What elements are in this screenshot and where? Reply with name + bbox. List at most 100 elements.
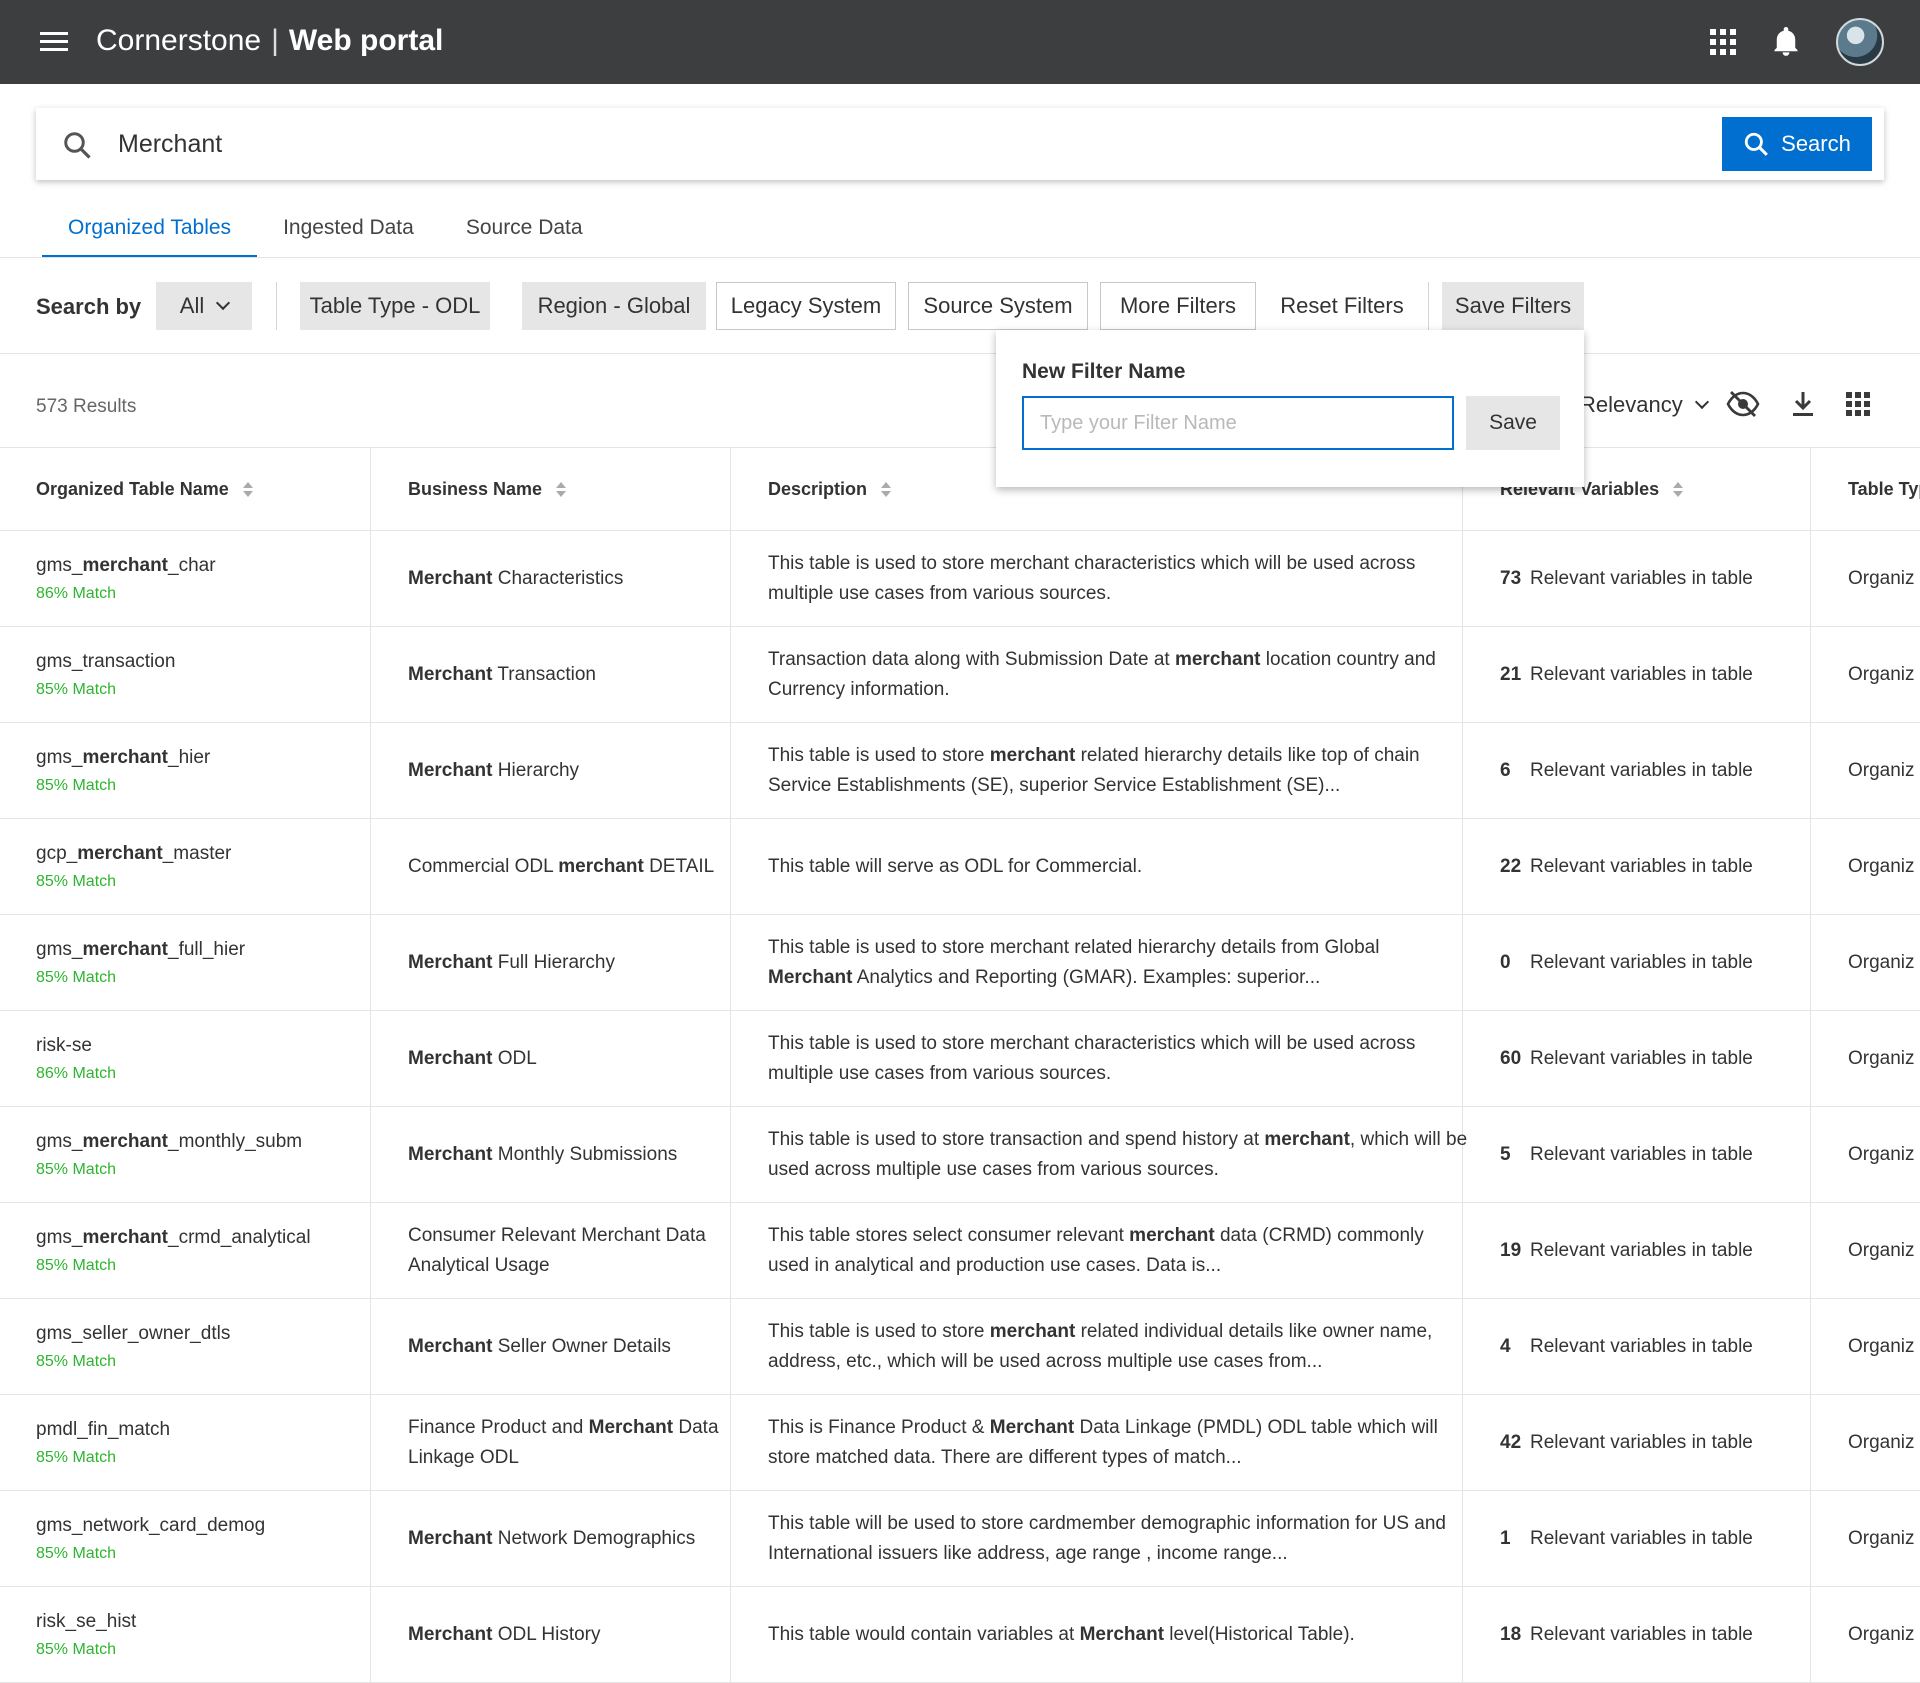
- sort-icon[interactable]: [1673, 482, 1683, 497]
- table-name[interactable]: gcp_merchant_master: [36, 839, 366, 869]
- match-score: 85% Match: [36, 1448, 117, 1466]
- sort-icon[interactable]: [881, 482, 891, 497]
- search-button[interactable]: Search: [1722, 117, 1872, 171]
- description: This table will serve as ODL for Commerc…: [768, 852, 1468, 882]
- table-name-cell[interactable]: pmdl_fin_match 85% Match: [36, 1395, 366, 1490]
- column-divider: [370, 1107, 371, 1202]
- description-cell: This table stores select consumer releva…: [768, 1203, 1468, 1298]
- tab-ingested-data[interactable]: Ingested Data: [257, 212, 440, 258]
- business-name-highlight: Merchant: [408, 1047, 493, 1069]
- description: This is Finance Product & Merchant Data …: [768, 1413, 1468, 1473]
- save-button[interactable]: Save: [1466, 396, 1560, 450]
- table-row[interactable]: gms_merchant_hier 85% Match Merchant Hiera…: [0, 723, 1920, 819]
- table-row[interactable]: gms_merchant_crmd_analytical 85% Match Con…: [0, 1203, 1920, 1299]
- column-divider: [370, 627, 371, 722]
- filter-source-system[interactable]: Source System: [908, 282, 1088, 330]
- column-divider: [370, 1491, 371, 1586]
- filter-chip-table-type[interactable]: Table Type - ODL: [300, 282, 490, 330]
- save-filters-button[interactable]: Save Filters: [1442, 282, 1584, 330]
- search-icon: [64, 132, 91, 159]
- column-divider: [730, 1587, 731, 1682]
- description: This table is used to store merchant cha…: [768, 1029, 1468, 1089]
- table-name[interactable]: gms_merchant_char: [36, 551, 366, 581]
- filter-name-input[interactable]: [1022, 396, 1454, 450]
- table-type-value: Organiz: [1848, 759, 1915, 781]
- business-name-highlight: Merchant: [408, 951, 493, 973]
- grid-view-icon[interactable]: [1846, 392, 1870, 416]
- table-row[interactable]: gms_seller_owner_dtls 85% Match Merchant S…: [0, 1299, 1920, 1395]
- table-name-cell[interactable]: gms_merchant_char 86% Match: [36, 531, 366, 626]
- reset-filters-button[interactable]: Reset Filters: [1264, 282, 1420, 330]
- description: This table would contain variables at Me…: [768, 1620, 1468, 1650]
- table-name-cell[interactable]: gms_merchant_hier 85% Match: [36, 723, 366, 818]
- table-name-cell[interactable]: gms_merchant_monthly_subm 85% Match: [36, 1107, 366, 1202]
- table-row[interactable]: risk_se_hist 85% Match Merchant ODL Histor…: [0, 1587, 1920, 1683]
- column-header-business-name[interactable]: Business Name: [408, 448, 566, 530]
- column-header-table-type[interactable]: Table Type: [1848, 448, 1920, 530]
- search-input[interactable]: [118, 122, 1718, 166]
- hide-icon[interactable]: [1726, 390, 1760, 418]
- column-header-label: Organized Table Name: [36, 478, 229, 499]
- business-name-highlight: Merchant: [408, 1335, 493, 1357]
- table-name-cell[interactable]: gms_network_card_demog 85% Match: [36, 1491, 366, 1586]
- column-divider: [370, 1395, 371, 1490]
- table-type-cell: Organiz: [1848, 1299, 1920, 1394]
- download-icon[interactable]: [1790, 390, 1816, 418]
- divider: [1428, 282, 1429, 330]
- match-score: 85% Match: [36, 968, 117, 986]
- search-by-dropdown[interactable]: All: [156, 282, 252, 330]
- business-name-cell: Merchant Transaction: [408, 627, 728, 722]
- table-name[interactable]: pmdl_fin_match: [36, 1415, 366, 1445]
- table-name-cell[interactable]: gms_seller_owner_dtls 85% Match: [36, 1299, 366, 1394]
- bell-icon[interactable]: [1772, 27, 1800, 57]
- sort-icon[interactable]: [556, 482, 566, 497]
- table-name[interactable]: gms_seller_owner_dtls: [36, 1319, 366, 1349]
- chevron-down-icon: [1694, 394, 1709, 410]
- table-name-highlight: merchant: [77, 842, 163, 864]
- table-row[interactable]: gcp_merchant_master 85% Match Commercial O…: [0, 819, 1920, 915]
- table-row[interactable]: gms_merchant_char 86% Match Merchant Chara…: [0, 531, 1920, 627]
- table-name-cell[interactable]: risk_se_hist 85% Match: [36, 1587, 366, 1682]
- tab-organized-tables[interactable]: Organized Tables: [42, 212, 258, 258]
- table-name[interactable]: gms_transaction: [36, 647, 366, 677]
- table-name-cell[interactable]: gms_merchant_crmd_analytical 85% Match: [36, 1203, 366, 1298]
- column-header-table-name[interactable]: Organized Table Name: [36, 448, 253, 530]
- table-row[interactable]: gms_merchant_monthly_subm 85% Match Mercha…: [0, 1107, 1920, 1203]
- description: This table is used to store transaction …: [768, 1125, 1468, 1185]
- tab-source-data[interactable]: Source Data: [440, 212, 609, 258]
- table-row[interactable]: gms_transaction 85% Match Merchant Transac…: [0, 627, 1920, 723]
- sort-dropdown[interactable]: Relevancy: [1580, 392, 1709, 418]
- table-name[interactable]: gms_merchant_hier: [36, 743, 366, 773]
- apps-grid-icon[interactable]: [1710, 29, 1736, 55]
- description-highlight: merchant: [989, 744, 1076, 766]
- more-filters-button[interactable]: More Filters: [1100, 282, 1256, 330]
- filter-chip-region[interactable]: Region - Global: [522, 282, 706, 330]
- avatar[interactable]: [1836, 18, 1884, 66]
- table-name[interactable]: gms_merchant_crmd_analytical: [36, 1223, 366, 1253]
- filter-legacy-system[interactable]: Legacy System: [716, 282, 896, 330]
- table-row[interactable]: risk-se 86% Match Merchant ODL This table i…: [0, 1011, 1920, 1107]
- table-name-cell[interactable]: risk-se 86% Match: [36, 1011, 366, 1106]
- table-name[interactable]: gms_network_card_demog: [36, 1511, 366, 1541]
- table-name[interactable]: risk_se_hist: [36, 1607, 366, 1637]
- table-row[interactable]: gms_merchant_full_hier 85% Match Merchant …: [0, 915, 1920, 1011]
- table-name[interactable]: gms_merchant_full_hier: [36, 935, 366, 965]
- column-divider: [370, 1011, 371, 1106]
- column-header-description[interactable]: Description: [768, 448, 891, 530]
- table-name-cell[interactable]: gms_merchant_full_hier 85% Match: [36, 915, 366, 1010]
- business-name-cell: Merchant ODL History: [408, 1587, 728, 1682]
- column-divider: [730, 723, 731, 818]
- table-row[interactable]: pmdl_fin_match 85% Match Finance Product a…: [0, 1395, 1920, 1491]
- result-tabs: Organized Tables Ingested Data Source Da…: [42, 212, 609, 258]
- table-name-cell[interactable]: gcp_merchant_master 85% Match: [36, 819, 366, 914]
- business-name: Merchant Seller Owner Details: [408, 1332, 728, 1362]
- sort-icon[interactable]: [243, 482, 253, 497]
- table-row[interactable]: gms_network_card_demog 85% Match Merchant …: [0, 1491, 1920, 1587]
- variables-count: 21: [1500, 663, 1522, 685]
- table-name-cell[interactable]: gms_transaction 85% Match: [36, 627, 366, 722]
- table-type-value: Organiz: [1848, 855, 1915, 877]
- menu-icon[interactable]: [40, 32, 68, 52]
- relevant-variables-cell: 18 Relevant variables in table: [1500, 1587, 1830, 1682]
- table-name[interactable]: risk-se: [36, 1031, 366, 1061]
- table-name[interactable]: gms_merchant_monthly_subm: [36, 1127, 366, 1157]
